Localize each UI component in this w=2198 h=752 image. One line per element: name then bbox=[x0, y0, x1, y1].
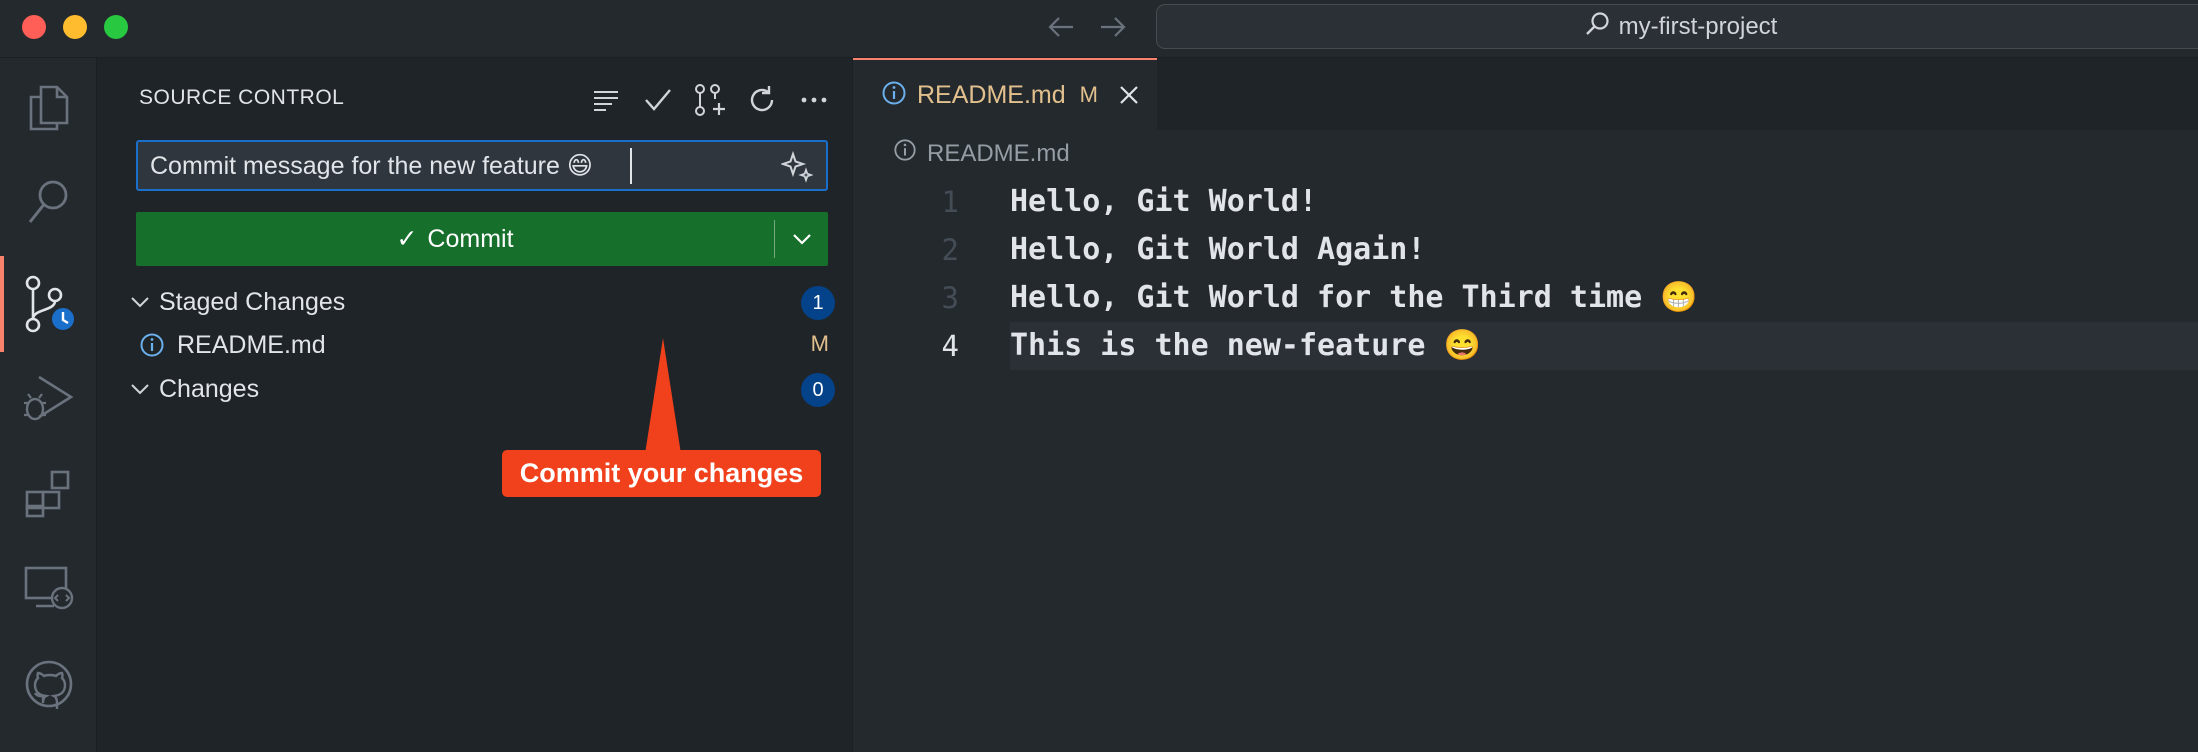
forward-arrow-icon[interactable] bbox=[1096, 10, 1130, 44]
source-control-sidebar: SOURCE CONTROL ✓ Commit bbox=[97, 58, 853, 752]
code-text: Hello, Git World for the Third time 😁 bbox=[1010, 280, 1698, 315]
commit-message-input[interactable] bbox=[150, 142, 750, 189]
breadcrumb-file: README.md bbox=[927, 139, 1070, 167]
command-center-label: my-first-project bbox=[1618, 12, 1778, 40]
code-text: Hello, Git World! bbox=[1010, 184, 1318, 219]
github-icon[interactable] bbox=[0, 644, 97, 724]
close-window-button[interactable] bbox=[22, 15, 46, 39]
code-line: 2 Hello, Git World Again! bbox=[853, 226, 2198, 274]
code-line: 3 Hello, Git World for the Third time 😁 bbox=[853, 274, 2198, 322]
line-number: 4 bbox=[941, 329, 959, 363]
line-number: 2 bbox=[941, 233, 959, 267]
breadcrumb[interactable]: README.md bbox=[893, 138, 1070, 169]
close-icon[interactable] bbox=[1114, 80, 1144, 110]
extensions-icon[interactable] bbox=[0, 454, 97, 534]
refresh-icon[interactable] bbox=[736, 80, 788, 120]
check-icon: ✓ bbox=[396, 225, 418, 253]
commit-options-chevron-down-icon[interactable] bbox=[775, 212, 828, 266]
code-line: 1 Hello, Git World! bbox=[853, 178, 2198, 226]
staged-file-name: README.md bbox=[177, 330, 326, 359]
create-pull-request-icon[interactable] bbox=[684, 80, 736, 120]
sidebar-actions bbox=[580, 80, 840, 120]
view-as-list-icon[interactable] bbox=[580, 80, 632, 120]
tab-modified-status: M bbox=[1079, 82, 1098, 107]
source-control-icon[interactable] bbox=[0, 264, 97, 344]
staged-changes-label: Staged Changes bbox=[159, 287, 346, 316]
chevron-down-icon bbox=[125, 374, 155, 404]
line-number: 3 bbox=[941, 281, 959, 315]
back-arrow-icon[interactable] bbox=[1044, 10, 1078, 44]
tab-readme[interactable]: README.md M bbox=[853, 58, 1157, 130]
activity-bar bbox=[0, 58, 97, 752]
staged-changes-group[interactable]: Staged Changes 1 bbox=[125, 282, 835, 322]
changes-group[interactable]: Changes 0 bbox=[125, 369, 835, 409]
search-icon bbox=[1585, 11, 1611, 42]
callout-label: Commit your changes bbox=[502, 450, 821, 497]
search-icon[interactable] bbox=[0, 162, 97, 242]
command-center-search[interactable]: my-first-project bbox=[1156, 4, 2198, 49]
text-cursor bbox=[630, 148, 632, 184]
maximize-window-button[interactable] bbox=[104, 15, 128, 39]
commit-button-label: Commit bbox=[427, 224, 514, 253]
commit-button[interactable]: ✓ Commit bbox=[136, 212, 774, 266]
explorer-icon[interactable] bbox=[0, 68, 97, 148]
commit-message-box bbox=[136, 140, 828, 191]
current-code-line: 4 This is the new-feature 😄 bbox=[853, 322, 2198, 370]
editor-area: README.md M README.md 1 Hello, Git World… bbox=[853, 58, 2198, 752]
editor-tab-bar: README.md M bbox=[853, 58, 2198, 130]
remote-explorer-icon[interactable] bbox=[0, 548, 97, 628]
code-text: Hello, Git World Again! bbox=[1010, 232, 1426, 267]
sidebar-title: SOURCE CONTROL bbox=[139, 86, 345, 109]
title-bar: my-first-project bbox=[0, 0, 2198, 58]
staged-file-item[interactable]: README.md M bbox=[137, 325, 835, 365]
sparkle-icon[interactable] bbox=[780, 150, 814, 184]
minimize-window-button[interactable] bbox=[63, 15, 87, 39]
callout-pointer bbox=[645, 338, 681, 454]
staged-count-badge: 1 bbox=[801, 286, 835, 320]
info-icon bbox=[893, 138, 917, 169]
tab-label: README.md bbox=[917, 80, 1066, 109]
run-debug-icon[interactable] bbox=[0, 358, 97, 438]
commit-check-icon[interactable] bbox=[632, 80, 684, 120]
more-actions-icon[interactable] bbox=[788, 80, 840, 120]
line-number: 1 bbox=[941, 185, 959, 219]
commit-button-group: ✓ Commit bbox=[136, 212, 828, 266]
changes-count-badge: 0 bbox=[801, 373, 835, 407]
info-icon bbox=[881, 80, 907, 111]
chevron-down-icon bbox=[125, 287, 155, 317]
file-modified-status: M bbox=[810, 331, 829, 356]
changes-label: Changes bbox=[159, 374, 260, 403]
code-text: This is the new-feature 😄 bbox=[1010, 328, 1481, 363]
info-icon bbox=[137, 330, 167, 360]
